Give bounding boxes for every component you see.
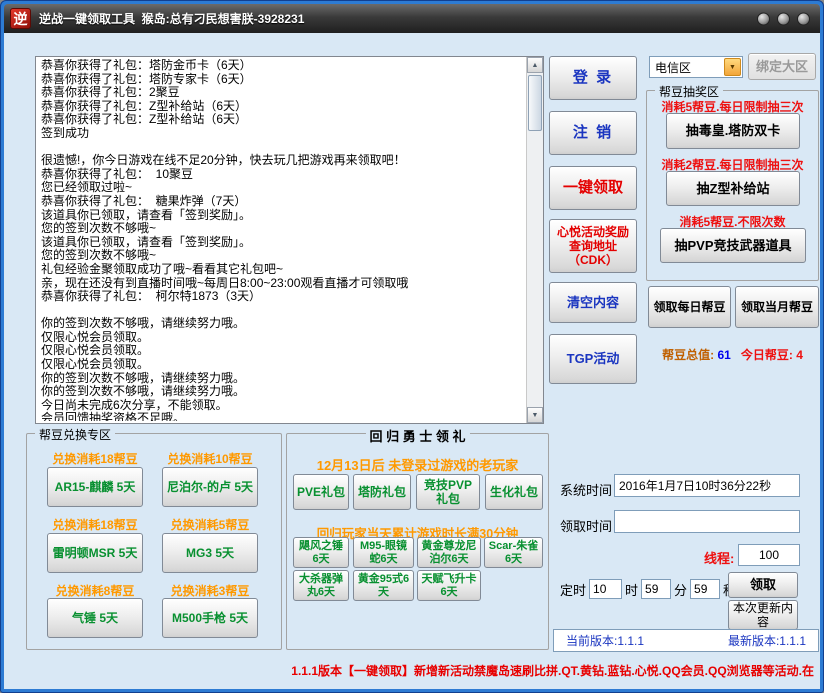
window-controls xyxy=(757,12,810,25)
timer-unit-hour: 时 xyxy=(625,580,638,599)
app-icon: 逆 xyxy=(10,8,31,29)
return-item-button[interactable]: 黄金95式6天 xyxy=(353,570,414,601)
gift-pack-button[interactable]: 生化礼包 xyxy=(485,474,543,510)
server-region-select[interactable]: 电信区 ▼ xyxy=(649,56,743,78)
timer-row: 定时 10 时 59 分 59 秒 xyxy=(560,578,736,600)
exchange-item-button[interactable]: M500手枪 5天 xyxy=(162,598,258,638)
exchange-item-button[interactable]: AR15-麒麟 5天 xyxy=(47,467,143,507)
main-content: 恭喜你获得了礼包：塔防金币卡（6天） 恭喜你获得了礼包：塔防专家卡（6天） 恭喜… xyxy=(4,33,820,689)
exchange-cost-label: 兑换消耗10帮豆 xyxy=(162,450,258,467)
draw-z-supply-button[interactable]: 抽Z型补给站 xyxy=(666,171,800,206)
bean-total-label: 帮豆总值: xyxy=(662,348,714,362)
return-item-button[interactable]: M95-眼镜蛇6天 xyxy=(353,537,414,568)
scroll-up-icon[interactable]: ▲ xyxy=(527,57,543,73)
scroll-down-icon[interactable]: ▼ xyxy=(527,407,543,423)
window-title: 逆战一键领取工具 猴岛:总有刁民想害朕-3928231 xyxy=(39,10,304,27)
exchange-cost-label: 兑换消耗18帮豆 xyxy=(47,516,143,533)
one-click-claim-button[interactable]: 一键领取 xyxy=(549,166,637,210)
timer-hour-field[interactable]: 10 xyxy=(589,579,622,599)
claim-time-field[interactable] xyxy=(614,510,800,533)
server-selected-value: 电信区 xyxy=(655,59,691,76)
exchange-cost-label: 兑换消耗18帮豆 xyxy=(47,450,143,467)
bean-totals: 帮豆总值: 61 今日帮豆: 4 xyxy=(646,346,819,363)
return-warrior-group: 回 归 勇 士 领 礼 12月13日后 未登录过游戏的老玩家 PVE礼包 塔防礼… xyxy=(286,433,549,650)
draw-pvp-weapon-button[interactable]: 抽PVP竞技武器道具 xyxy=(660,228,806,263)
today-bean-label: 今日帮豆: xyxy=(741,348,793,362)
close-button[interactable] xyxy=(797,12,810,25)
title-bar[interactable]: 逆 逆战一键领取工具 猴岛:总有刁民想害朕-3928231 xyxy=(4,4,820,33)
exchange-item-button[interactable]: 尼泊尔-的卢 5天 xyxy=(162,467,258,507)
log-textarea[interactable]: 恭喜你获得了礼包：塔防金币卡（6天） 恭喜你获得了礼包：塔防专家卡（6天） 恭喜… xyxy=(35,56,544,424)
timer-unit-minute: 分 xyxy=(674,580,687,599)
return-item-button[interactable]: 黄金尊龙尼泊尔6天 xyxy=(417,537,481,568)
bind-region-button[interactable]: 绑定大区 xyxy=(748,53,816,80)
exchange-cost-label: 兑换消耗5帮豆 xyxy=(162,516,258,533)
announcement-marquee: 1.1.1版本【一键领取】新增新活动禁魔岛速刷比拼.QT.黄钻.蓝钻.心悦.QQ… xyxy=(204,662,814,679)
return-item-button[interactable]: Scar-朱雀6天 xyxy=(484,537,543,568)
exchange-item-button[interactable]: 雷明顿MSR 5天 xyxy=(47,533,143,573)
cdk-query-button[interactable]: 心悦活动奖励查询地址（CDK） xyxy=(549,219,637,273)
draw-tower-defense-button[interactable]: 抽毒皇.塔防双卡 xyxy=(666,113,800,149)
claim-time-label: 领取时间 xyxy=(560,516,612,535)
system-time-label: 系统时间 xyxy=(560,480,612,499)
return-item-button[interactable]: 天赋飞升卡6天 xyxy=(417,570,481,601)
exchange-cost-label: 兑换消耗8帮豆 xyxy=(47,582,143,599)
maximize-button[interactable] xyxy=(777,12,790,25)
logout-button[interactable]: 注 销 xyxy=(549,111,637,155)
tgp-activity-button[interactable]: TGP活动 xyxy=(549,334,637,384)
app-window: 逆 逆战一键领取工具 猴岛:总有刁民想害朕-3928231 恭喜你获得了礼包：塔… xyxy=(0,0,824,693)
exchange-group: 帮豆兑换专区 兑换消耗18帮豆 兑换消耗10帮豆 AR15-麒麟 5天 尼泊尔-… xyxy=(26,433,282,650)
scrollbar-thumb[interactable] xyxy=(528,75,542,131)
minimize-button[interactable] xyxy=(757,12,770,25)
gift-pack-button[interactable]: 塔防礼包 xyxy=(353,474,411,510)
timer-label: 定时 xyxy=(560,580,586,599)
version-box: 当前版本:1.1.1 最新版本:1.1.1 xyxy=(553,629,819,652)
return-item-button[interactable]: 大杀器弹丸6天 xyxy=(293,570,349,601)
lottery-group: 帮豆抽奖区 消耗5帮豆.每日限制抽三次 抽毒皇.塔防双卡 消耗2帮豆.每日限制抽… xyxy=(646,90,819,281)
thread-count-field[interactable]: 100 xyxy=(738,544,800,566)
app-icon-glyph: 逆 xyxy=(14,9,28,29)
clear-content-button[interactable]: 清空内容 xyxy=(549,282,637,323)
chevron-down-icon[interactable]: ▼ xyxy=(724,58,741,76)
log-scrollbar[interactable]: ▲ ▼ xyxy=(526,57,543,423)
system-time-field[interactable]: 2016年1月7日10时36分22秒 xyxy=(614,474,800,497)
timer-second-field[interactable]: 59 xyxy=(690,579,720,599)
exchange-cost-label: 兑换消耗3帮豆 xyxy=(162,582,258,599)
exchange-group-title: 帮豆兑换专区 xyxy=(35,426,115,443)
claim-daily-bean-button[interactable]: 领取每日帮豆 xyxy=(648,286,731,328)
exchange-item-button[interactable]: 气锤 5天 xyxy=(47,598,143,638)
log-text: 恭喜你获得了礼包：塔防金币卡（6天） 恭喜你获得了礼包：塔防专家卡（6天） 恭喜… xyxy=(41,59,522,421)
update-notes-button[interactable]: 本次更新内容 xyxy=(728,600,798,630)
latest-version-label: 最新版本:1.1.1 xyxy=(728,632,806,649)
return-group-title: 回 归 勇 士 领 礼 xyxy=(365,426,469,445)
bean-total-value: 61 xyxy=(717,348,730,362)
login-button[interactable]: 登 录 xyxy=(549,56,637,100)
today-bean-value: 4 xyxy=(796,348,803,362)
claim-button[interactable]: 领取 xyxy=(728,572,798,598)
current-version-label: 当前版本:1.1.1 xyxy=(566,632,644,649)
gift-pack-button[interactable]: 竞技PVP礼包 xyxy=(416,474,480,510)
thread-label: 线程: xyxy=(704,548,734,567)
return-item-button[interactable]: 飓风之锤6天 xyxy=(293,537,349,568)
timer-minute-field[interactable]: 59 xyxy=(641,579,671,599)
exchange-item-button[interactable]: MG3 5天 xyxy=(162,533,258,573)
gift-pack-button[interactable]: PVE礼包 xyxy=(293,474,349,510)
old-player-note: 12月13日后 未登录过游戏的老玩家 xyxy=(287,455,548,474)
claim-monthly-bean-button[interactable]: 领取当月帮豆 xyxy=(735,286,819,328)
